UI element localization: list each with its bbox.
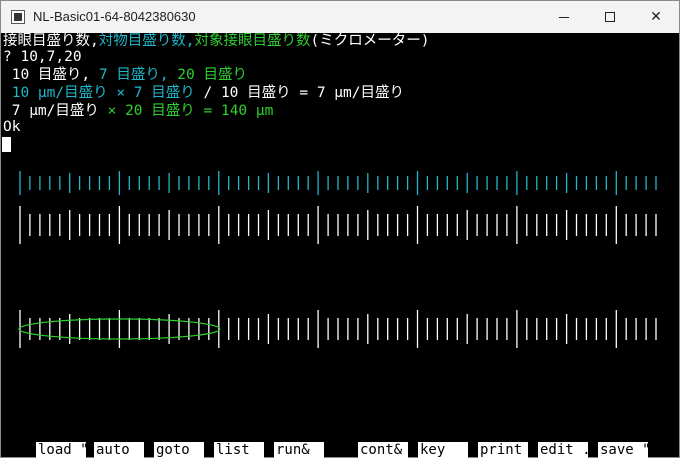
measured-eyepiece-scale [19,310,657,348]
function-key-4[interactable]: list [214,442,264,458]
objective-micrometer-scale [19,171,657,195]
function-key-1[interactable]: load " [36,442,86,458]
function-key-11[interactable]: save " [598,442,648,458]
window-title: NL-Basic01-64-8042380630 [33,9,196,24]
minimize-icon [559,16,569,18]
minimize-button[interactable] [541,1,587,33]
close-button[interactable]: ✕ [633,1,679,33]
app-icon [11,10,25,24]
function-key-2[interactable]: auto [94,442,144,458]
maximize-button[interactable] [587,1,633,33]
function-key-7[interactable]: cont& [358,442,408,458]
close-icon: ✕ [650,9,662,25]
function-key-8[interactable]: key [418,442,468,458]
title-bar[interactable]: NL-Basic01-64-8042380630 ✕ [1,1,679,33]
function-key-bar: load " auto goto list run& cont& key print edit … [2,442,680,458]
console-area[interactable]: 接眼目盛り数,対物目盛り数,対象接眼目盛り数(ミクロメーター) ? 10,7,2… [2,33,680,458]
eyepiece-micrometer-scale [19,206,657,244]
function-key-10[interactable]: edit . [538,442,588,458]
function-key-3[interactable]: goto [154,442,204,458]
function-key-9[interactable]: print [478,442,528,458]
micrometer-scales [18,171,657,348]
maximize-icon [605,12,615,22]
function-key-5[interactable]: run& [274,442,324,458]
app-window: NL-Basic01-64-8042380630 ✕ 接眼目盛り数,対物目盛り数… [0,0,680,458]
